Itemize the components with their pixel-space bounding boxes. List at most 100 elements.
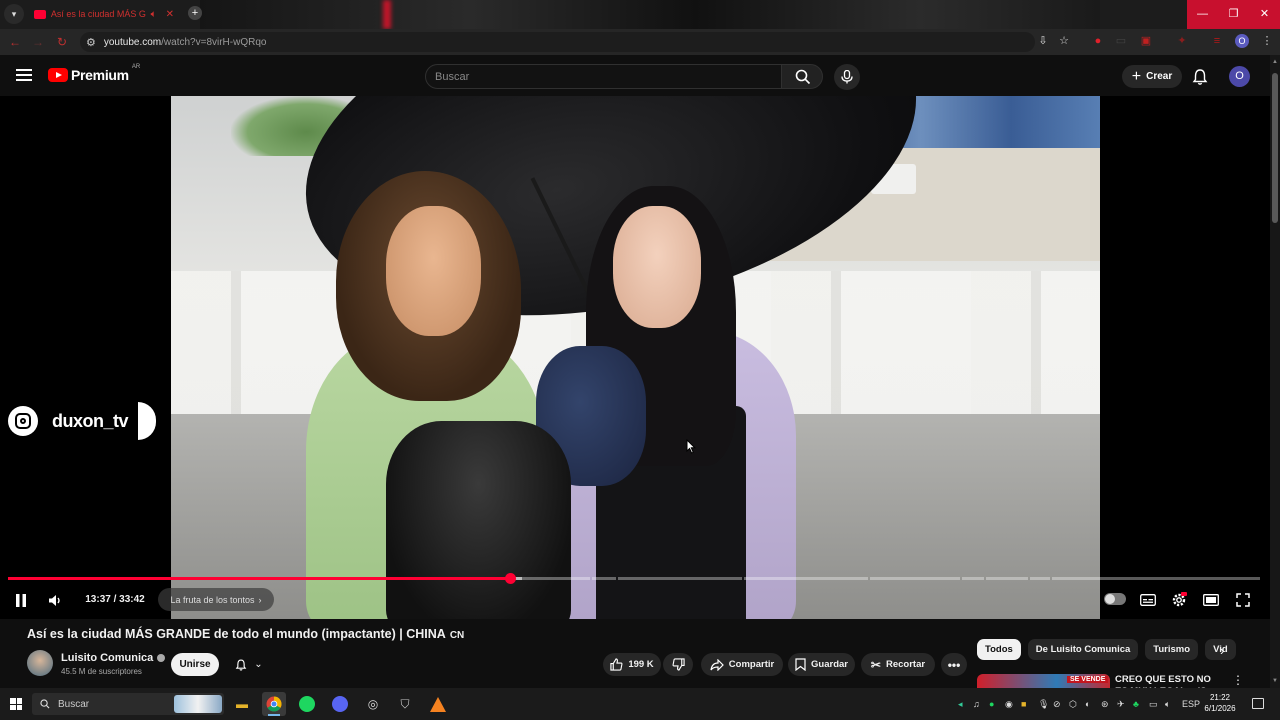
channel-avatar[interactable] [27,650,53,676]
search-button[interactable] [781,64,823,89]
fullscreen-button[interactable] [1232,588,1254,612]
url-text[interactable]: youtube.com/watch?v=8virH-wQRqo [104,37,267,48]
speaker-icon[interactable]: 🔈︎ [151,9,157,20]
spotify-icon[interactable] [295,692,319,716]
progress-chapter-segment[interactable] [1052,577,1260,580]
settings-button[interactable] [1168,588,1190,612]
tray-icon[interactable]: ◂ [958,699,963,710]
share-button[interactable]: Compartir [701,653,783,676]
search-input[interactable] [426,65,781,88]
theater-mode-button[interactable] [1200,588,1222,612]
app-icon[interactable]: ◎ [361,692,385,716]
vlc-icon[interactable] [426,692,450,716]
scissors-icon: ✂ [870,657,881,672]
notifications-button[interactable] [1190,67,1210,87]
close-tab-icon[interactable]: ✕ [166,9,174,20]
app-shield-icon[interactable]: ⛉ [393,692,417,716]
tray-icon[interactable]: ⬡ [1069,699,1077,710]
chrome-icon[interactable] [262,692,286,716]
video-frame[interactable] [171,96,1100,619]
tray-icon[interactable]: ⊛ [1101,699,1109,710]
filter-chip[interactable]: Turismo [1145,639,1199,660]
recommendation-thumbnail[interactable]: SE VENDE [977,674,1110,688]
more-actions-button[interactable]: ••• [941,653,967,676]
progress-chapter-segment[interactable] [592,577,616,580]
scrubber-handle[interactable] [504,573,516,584]
progress-chapter-segment[interactable] [962,577,984,580]
clip-button[interactable]: ✂ Recortar [861,653,935,676]
progress-chapter-segment[interactable] [986,577,1028,580]
voice-search-button[interactable] [834,64,860,90]
pause-button[interactable] [10,588,32,612]
install-app-icon[interactable]: ⇩ [1034,32,1052,50]
tray-icon[interactable]: ✈︎ [1117,699,1125,710]
taskbar-search[interactable]: Buscar [32,693,224,715]
channel-name-link[interactable]: Luisito Comunica [61,652,166,664]
tray-icon[interactable]: ■ [1021,699,1026,709]
taskbar-clock[interactable]: 21:22 6/1/2026 [1200,692,1240,714]
scrollbar-thumb[interactable] [1272,73,1278,223]
address-bar[interactable]: ⚙︎ youtube.com/watch?v=8virH-wQRqo [80,32,1035,52]
close-window-button[interactable]: ✕ [1249,0,1280,29]
discord-icon[interactable] [328,692,352,716]
speaker-icon[interactable]: 🔈︎ [1165,699,1170,710]
spotify-tray-icon[interactable]: ● [989,699,994,709]
puzzle-extensions-icon[interactable]: ✦ [1173,32,1191,50]
site-info-icon[interactable]: ⚙︎ [86,36,96,49]
join-button[interactable]: Unirse [171,653,219,676]
share-icon [710,658,724,671]
recommendation-title[interactable]: CREO QUE ESTO NO ES MUY LEGAL... (Car De… [1115,674,1225,688]
autoplay-toggle[interactable] [1104,593,1126,605]
network-icon[interactable]: ▭ [1149,699,1158,710]
headphones-icon[interactable]: ♫ [973,699,980,709]
like-button[interactable]: 199 K [603,653,661,676]
browser-tab[interactable]: Así es la ciudad MÁS GRAN 🔈︎ ✕ [28,3,180,25]
bookmark-star-icon[interactable]: ☆ [1055,32,1073,50]
language-indicator[interactable]: ESP [1182,699,1200,709]
progress-chapter-segment[interactable] [744,577,868,580]
progress-chapter-segment[interactable] [1030,577,1050,580]
windows-start-icon[interactable] [10,698,22,710]
back-arrow-icon[interactable]: ← [4,35,26,49]
page-scrollbar[interactable]: ▲ ▼ [1270,55,1280,688]
filter-chip[interactable]: Todos [977,639,1021,660]
save-button[interactable]: Guardar [788,653,855,676]
restore-button[interactable]: ❐ [1218,0,1249,29]
menu-icon[interactable] [16,69,32,81]
tab-search-icon[interactable]: ▾ [4,4,24,24]
reload-icon[interactable]: ↻ [51,35,73,49]
youtube-premium-logo[interactable]: Premium AR [48,64,140,83]
browser-profile-avatar[interactable]: O [1235,34,1249,48]
file-explorer-icon[interactable]: ▬ [230,692,254,716]
subscription-notifications-button[interactable]: ⌄ [224,653,273,676]
extension-icon[interactable]: ▣ [1137,32,1155,50]
progress-bar[interactable] [8,573,1262,584]
browser-menu-icon[interactable]: ⋮ [1258,32,1276,50]
video-player[interactable]: duxon_tv 13:37 / 33:42 La fruta de los t… [0,96,1270,619]
progress-chapter-segment[interactable] [618,577,742,580]
new-tab-button[interactable]: + [188,6,202,20]
recommendation-menu-icon[interactable]: ⋮ [1232,673,1244,687]
progress-chapter-segment[interactable] [870,577,960,580]
scroll-down-icon[interactable]: ▼ [1272,678,1278,684]
subtitles-button[interactable] [1137,588,1159,612]
forward-arrow-icon[interactable]: → [27,35,49,49]
account-avatar[interactable]: O [1229,66,1250,87]
extension-icon[interactable]: ▭ [1112,32,1130,50]
create-button[interactable]: + Crear [1122,65,1182,88]
chevron-right-icon[interactable]: › [1220,643,1224,658]
minimize-button[interactable]: — [1187,0,1218,29]
tray-icon[interactable]: ♣ [1133,699,1139,709]
microphone-icon[interactable]: 🎙︎ [1038,699,1049,710]
scroll-up-icon[interactable]: ▲ [1272,59,1278,65]
volume-button[interactable] [44,588,66,612]
tray-icon[interactable]: ◐ [1085,699,1090,709]
extension-icon[interactable]: ≡ [1208,32,1226,50]
extension-icon[interactable]: ● [1089,32,1107,50]
filter-chip[interactable]: De Luisito Comunica [1027,639,1139,660]
tray-icon[interactable]: ⊘ [1053,699,1061,710]
tray-icon[interactable]: ◉ [1005,699,1013,710]
notification-center-icon[interactable] [1252,698,1264,709]
chapter-button[interactable]: La fruta de los tontos › [158,588,274,611]
dislike-button[interactable] [663,653,693,676]
